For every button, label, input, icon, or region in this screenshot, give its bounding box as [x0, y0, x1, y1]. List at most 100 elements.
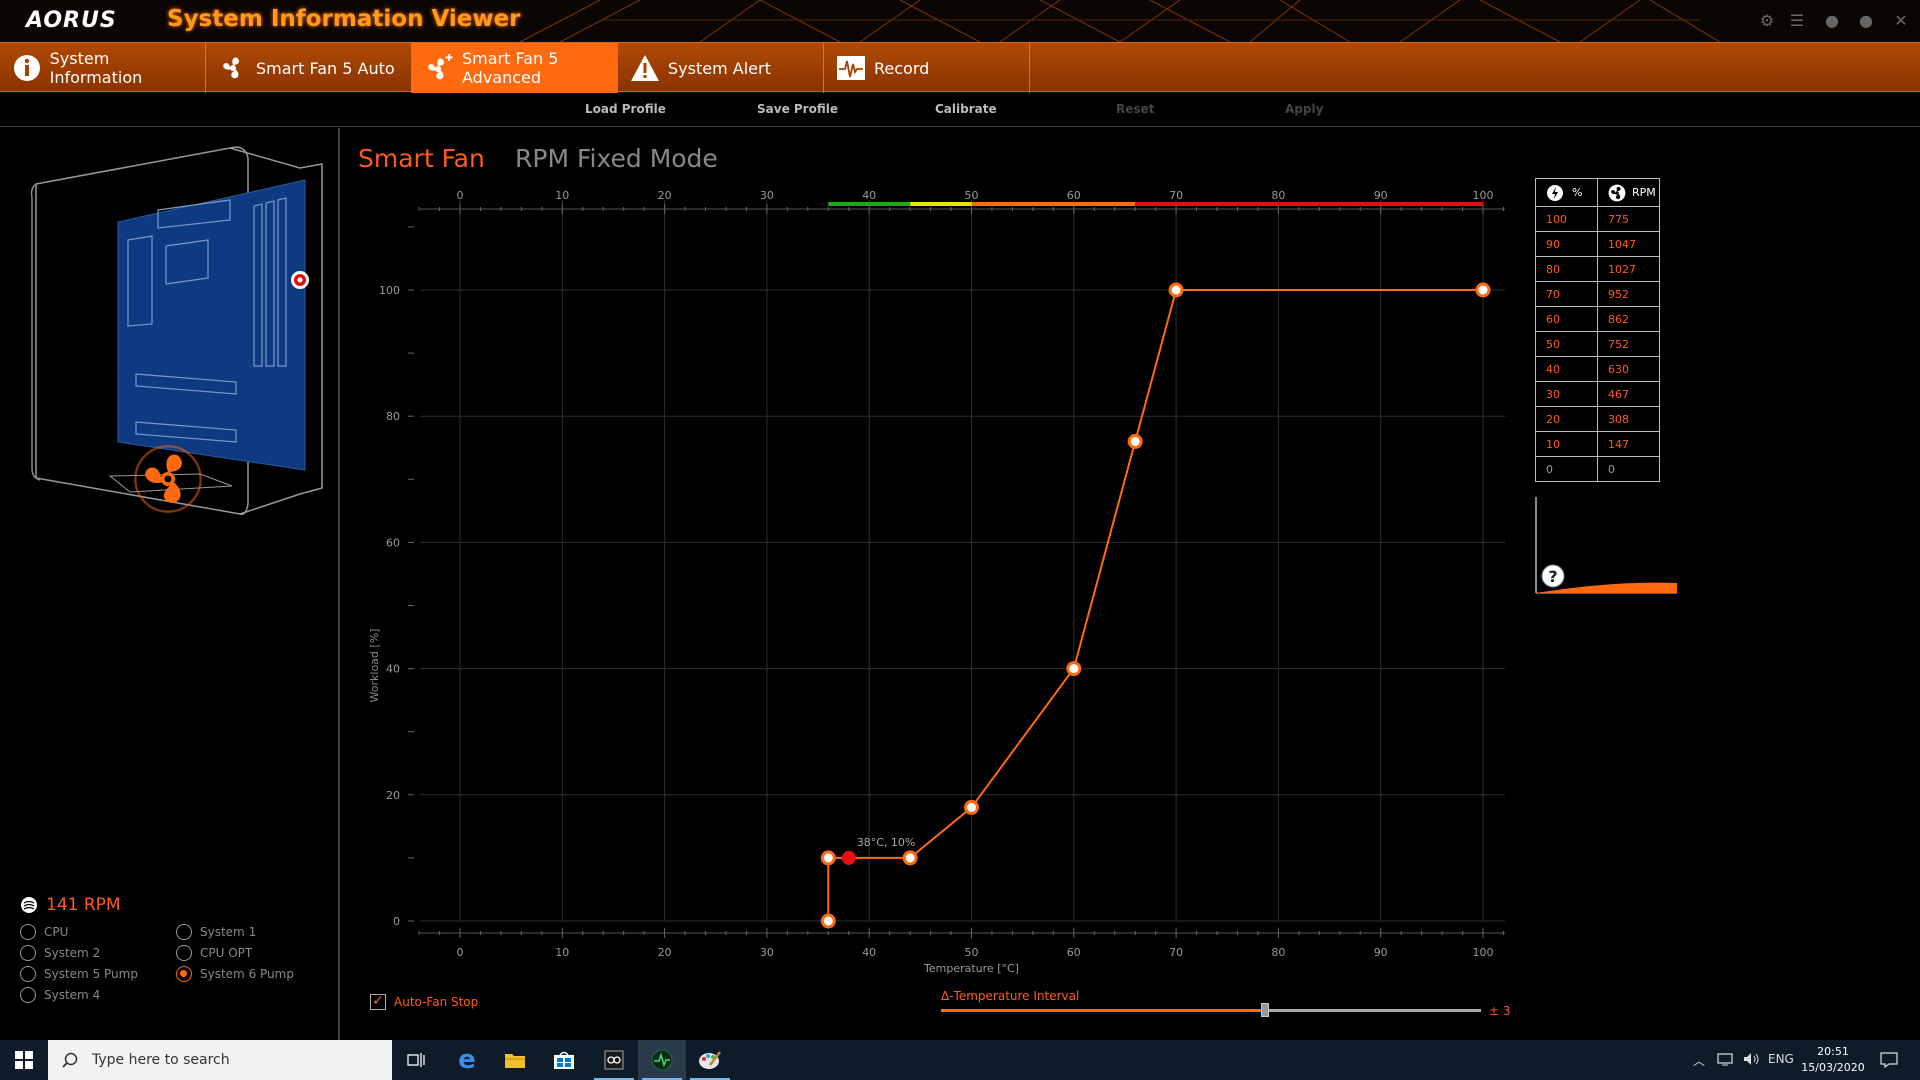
table-cell: 952: [1597, 281, 1660, 307]
table-cell: 10: [1535, 431, 1598, 457]
tab-smart-fan-5-advanced[interactable]: Smart Fan 5 Advanced: [412, 43, 618, 93]
taskbar-search-box[interactable]: Type here to search: [48, 1040, 392, 1080]
save-profile-button[interactable]: Save Profile: [757, 102, 838, 116]
system-information-viewer-icon[interactable]: [638, 1040, 686, 1080]
tab-smart-fan-5-auto[interactable]: Smart Fan 5 Auto: [206, 43, 412, 93]
fan-plus-icon: [424, 53, 454, 83]
settings-icon[interactable]: ⚙: [1757, 11, 1777, 31]
table-cell: 0: [1597, 456, 1660, 482]
reset-button[interactable]: Reset: [1116, 102, 1154, 116]
apply-button[interactable]: Apply: [1285, 102, 1323, 116]
fan-option-system-5-pump[interactable]: System 5 Pump: [20, 966, 138, 982]
paint-app-icon[interactable]: [686, 1040, 734, 1080]
x-tick-label-top: 100: [1473, 189, 1494, 202]
curve-control-point[interactable]: [902, 850, 918, 866]
table-header-rpm: RPM: [1597, 178, 1660, 207]
file-explorer-icon[interactable]: [491, 1040, 539, 1080]
table-row: 90 1047: [1535, 231, 1660, 257]
curve-control-point[interactable]: [820, 913, 836, 929]
fan-icon: [218, 53, 248, 83]
table-row: 10 147: [1535, 431, 1660, 457]
curve-control-point[interactable]: [1475, 282, 1491, 298]
edge-browser-icon[interactable]: e: [443, 1040, 491, 1080]
table-cell: 0: [1535, 456, 1598, 482]
radio-button[interactable]: [20, 945, 36, 961]
curve-control-point[interactable]: [1127, 433, 1143, 449]
temp-interval-slider[interactable]: [941, 1003, 1481, 1017]
auto-fan-stop-checkbox[interactable]: ✓: [370, 994, 386, 1010]
table-cell: 50: [1535, 331, 1598, 357]
fan-curve-line: [827, 289, 1483, 921]
menu-list-icon[interactable]: ☰: [1787, 11, 1807, 31]
radio-button[interactable]: [20, 987, 36, 1003]
app-launcher-icon[interactable]: [590, 1040, 638, 1080]
task-view-icon[interactable]: [392, 1040, 440, 1080]
store-icon[interactable]: [540, 1040, 588, 1080]
tray-expand-icon[interactable]: ︿: [1693, 1052, 1705, 1069]
search-placeholder: Type here to search: [92, 1052, 230, 1068]
fan-option-label: System 4: [44, 988, 101, 1002]
selected-fan-icon: [134, 445, 202, 513]
radio-button[interactable]: [20, 966, 36, 982]
fan-curve-chart[interactable]: 0 0 10 10 20 20 30 30 40 40 50 50 60 60 70 70 80 80 90 90 10…: [350, 180, 1520, 980]
fan-option-system-4[interactable]: System 4: [20, 987, 100, 1003]
radio-button[interactable]: [176, 924, 192, 940]
fan-option-cpu[interactable]: CPU: [20, 924, 68, 940]
tab-record[interactable]: Record: [824, 43, 1030, 93]
mode-tab-rpm-fixed[interactable]: RPM Fixed Mode: [515, 144, 718, 173]
windows-start-icon[interactable]: [0, 1040, 48, 1080]
minimize-icon[interactable]: ●: [1822, 11, 1842, 31]
x-tick-label-top: 50: [965, 189, 979, 202]
y-tick-label: 80: [386, 410, 400, 423]
x-tick-label: 100: [1473, 946, 1494, 959]
fan-option-system-1[interactable]: System 1: [176, 924, 256, 940]
network-icon[interactable]: [1717, 1052, 1735, 1069]
calibrate-button[interactable]: Calibrate: [935, 102, 997, 116]
tab-system-alert[interactable]: System Alert: [618, 43, 824, 93]
auto-fan-stop-control[interactable]: ✓ Auto-Fan Stop: [370, 994, 478, 1010]
volume-icon[interactable]: [1743, 1052, 1761, 1069]
main-tab-bar: System Information Smart Fan 5 Auto Smar…: [0, 42, 1920, 93]
table-row: 80 1027: [1535, 256, 1660, 282]
table-cell: 100: [1535, 206, 1598, 232]
info-icon: [12, 53, 42, 83]
x-tick-label-top: 90: [1374, 189, 1388, 202]
clock-time: 20:51: [1817, 1045, 1849, 1058]
close-icon[interactable]: ✕: [1891, 11, 1911, 31]
windows-taskbar: Type here to search e ︿ ENG 20:51 15/03/…: [0, 1040, 1920, 1080]
curve-control-point[interactable]: [1168, 282, 1184, 298]
app-title: System Information Viewer: [167, 6, 521, 32]
search-icon: [62, 1052, 78, 1068]
mode-tab-smart-fan[interactable]: Smart Fan: [358, 144, 485, 173]
x-tick-label: 0: [457, 946, 464, 959]
load-profile-button[interactable]: Load Profile: [585, 102, 666, 116]
taskbar-clock[interactable]: 20:51 15/03/2020: [1800, 1044, 1866, 1076]
fan-option-cpu-opt[interactable]: CPU OPT: [176, 945, 252, 961]
curve-control-point[interactable]: [1066, 661, 1082, 677]
curve-control-point[interactable]: [964, 799, 979, 815]
current-operating-point: [841, 850, 856, 865]
x-tick-label: 40: [862, 946, 876, 959]
language-indicator[interactable]: ENG: [1768, 1052, 1794, 1066]
radio-button[interactable]: [20, 924, 36, 940]
x-tick-label-top: 0: [457, 189, 464, 202]
restore-icon[interactable]: ●: [1856, 11, 1876, 31]
fan-option-system-2[interactable]: System 2: [20, 945, 100, 961]
temp-interval-thumb[interactable]: [1261, 1003, 1269, 1017]
tab-system-information[interactable]: System Information: [0, 43, 206, 93]
table-cell: 40: [1535, 356, 1598, 382]
notifications-icon[interactable]: [1880, 1052, 1898, 1071]
table-header-percent: %: [1535, 178, 1598, 207]
x-axis-label: Temperature [°C]: [923, 962, 1019, 975]
fan-rpm-readout: 141 RPM: [20, 895, 121, 915]
curve-control-point[interactable]: [820, 850, 836, 866]
header-label: %: [1572, 186, 1583, 199]
radio-button-selected[interactable]: [176, 966, 192, 982]
table-cell: 30: [1535, 381, 1598, 407]
radio-button[interactable]: [176, 945, 192, 961]
y-tick-label: 100: [379, 284, 400, 297]
current-point-label: 38°C, 10%: [857, 836, 916, 849]
fan-option-system-6-pump[interactable]: System 6 Pump: [176, 966, 294, 982]
y-tick-label: 20: [386, 789, 400, 802]
table-cell: 70: [1535, 281, 1598, 307]
